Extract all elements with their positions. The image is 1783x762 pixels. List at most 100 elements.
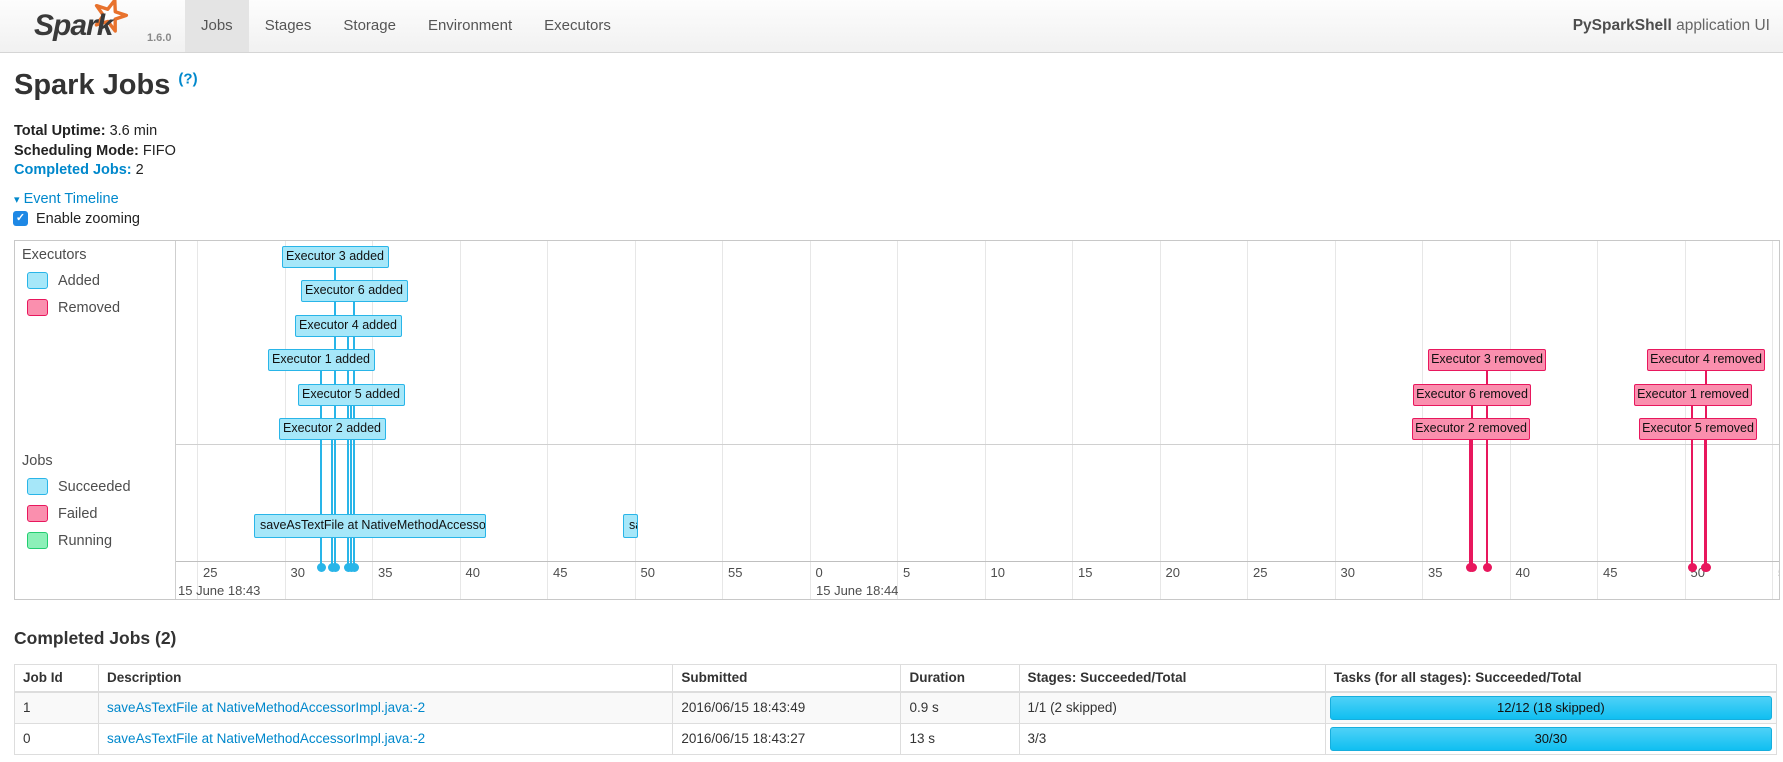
job-summary: Total Uptime: 3.6 min Scheduling Mode: FI… bbox=[14, 122, 176, 181]
legend-item: Added bbox=[27, 272, 175, 289]
stages-cell: 1/1 (2 skipped) bbox=[1019, 692, 1325, 724]
axis-date-label: 15 June 18:43 bbox=[178, 583, 260, 598]
column-header-0[interactable]: Job Id bbox=[15, 665, 99, 692]
legend-item: Removed bbox=[27, 299, 175, 316]
axis-tick-label: 30 bbox=[1341, 565, 1355, 580]
tasks-progress-bar: 30/30 bbox=[1330, 727, 1772, 751]
duration-cell: 0.9 s bbox=[901, 692, 1019, 724]
tab-storage[interactable]: Storage bbox=[327, 0, 412, 52]
time-gridline bbox=[810, 241, 811, 600]
time-gridline bbox=[1335, 241, 1336, 600]
event-dot bbox=[347, 563, 356, 572]
event-timeline-toggle[interactable]: ▾ Event Timeline bbox=[14, 191, 119, 207]
axis-tick-label: 15 bbox=[1078, 565, 1092, 580]
job-timeline-item[interactable]: saveAsTextFile at NativeMethodAccessor bbox=[254, 514, 486, 538]
executor-event-removed[interactable]: Executor 2 removed bbox=[1412, 418, 1530, 440]
column-header-2[interactable]: Submitted bbox=[673, 665, 901, 692]
axis-tick-label: 50 bbox=[641, 565, 655, 580]
time-gridline bbox=[460, 241, 461, 600]
executor-event-added[interactable]: Executor 6 added bbox=[301, 280, 408, 302]
axis-tick-label: 0 bbox=[816, 565, 823, 580]
column-header-1[interactable]: Description bbox=[99, 665, 673, 692]
executor-event-removed[interactable]: Executor 1 removed bbox=[1634, 384, 1752, 406]
enable-zooming-checkbox[interactable]: ✓ bbox=[13, 211, 28, 226]
axis-tick-label: 25 bbox=[203, 565, 217, 580]
axis-tick-label: 40 bbox=[1516, 565, 1530, 580]
column-header-5[interactable]: Tasks (for all stages): Succeeded/Total bbox=[1325, 665, 1776, 692]
help-link[interactable]: (?) bbox=[178, 70, 197, 87]
executor-event-added[interactable]: Executor 1 added bbox=[268, 349, 375, 371]
executor-event-added[interactable]: Executor 3 added bbox=[282, 246, 389, 268]
event-stem bbox=[1469, 440, 1471, 564]
event-timeline-chart[interactable]: ExecutorsAddedRemovedJobsSucceededFailed… bbox=[14, 240, 1780, 600]
time-gridline bbox=[1160, 241, 1161, 600]
tab-environment[interactable]: Environment bbox=[412, 0, 528, 52]
axis-tick-label: 20 bbox=[1166, 565, 1180, 580]
axis-tick-label: 10 bbox=[991, 565, 1005, 580]
table-row: 1saveAsTextFile at NativeMethodAccessorI… bbox=[15, 692, 1777, 724]
axis-tick-label: 55 bbox=[1778, 565, 1780, 580]
summary-value: FIFO bbox=[139, 143, 176, 159]
legend-swatch-succeeded bbox=[27, 478, 48, 495]
summary-line: Completed Jobs: 2 bbox=[14, 161, 176, 181]
timeline-legend: ExecutorsAddedRemovedJobsSucceededFailed… bbox=[15, 241, 176, 600]
time-gridline bbox=[1247, 241, 1248, 600]
legend-item: Succeeded bbox=[27, 478, 175, 495]
legend-label: Failed bbox=[58, 506, 98, 522]
summary-value: 2 bbox=[132, 162, 144, 178]
axis-date-label: 15 June 18:44 bbox=[816, 583, 898, 598]
legend-label: Removed bbox=[58, 300, 120, 316]
tasks-progress-bar: 12/12 (18 skipped) bbox=[1330, 696, 1772, 720]
time-gridline bbox=[547, 241, 548, 600]
axis-tick-label: 25 bbox=[1253, 565, 1267, 580]
time-gridline bbox=[722, 241, 723, 600]
enable-zooming-row: ✓ Enable zooming bbox=[13, 211, 140, 227]
executor-event-removed[interactable]: Executor 4 removed bbox=[1647, 349, 1765, 371]
executor-event-removed[interactable]: Executor 3 removed bbox=[1428, 349, 1546, 371]
event-stem bbox=[331, 440, 333, 564]
job-timeline-item[interactable]: saveAsTextFile at NativeMethodAccessor bbox=[623, 514, 638, 538]
spark-logo[interactable]: Spark 1.6.0 bbox=[34, 5, 184, 51]
axis-tick-label: 45 bbox=[1603, 565, 1617, 580]
executor-event-removed[interactable]: Executor 5 removed bbox=[1639, 418, 1757, 440]
application-title: PySparkShell application UI bbox=[1573, 0, 1770, 52]
group-label: Jobs bbox=[22, 453, 175, 469]
completed-jobs-link[interactable]: Completed Jobs: bbox=[14, 162, 132, 178]
axis-tick-label: 35 bbox=[1428, 565, 1442, 580]
event-dot bbox=[1483, 563, 1492, 572]
nav-tabs: JobsStagesStorageEnvironmentExecutors bbox=[185, 0, 627, 52]
tasks-cell: 12/12 (18 skipped) bbox=[1325, 692, 1776, 724]
legend-group-executors: ExecutorsAddedRemoved bbox=[15, 241, 175, 326]
axis-tick-label: 5 bbox=[903, 565, 910, 580]
collapse-arrow-icon: ▾ bbox=[14, 194, 20, 206]
event-timeline-toggle-label: Event Timeline bbox=[24, 191, 119, 207]
event-stem bbox=[1704, 440, 1706, 564]
executor-event-added[interactable]: Executor 2 added bbox=[279, 418, 386, 440]
tab-stages[interactable]: Stages bbox=[249, 0, 328, 52]
time-gridline bbox=[197, 241, 198, 600]
column-header-4[interactable]: Stages: Succeeded/Total bbox=[1019, 665, 1325, 692]
time-axis-line bbox=[176, 561, 1780, 562]
column-header-3[interactable]: Duration bbox=[901, 665, 1019, 692]
job-description-link[interactable]: saveAsTextFile at NativeMethodAccessorIm… bbox=[107, 700, 425, 715]
job-description-link[interactable]: saveAsTextFile at NativeMethodAccessorIm… bbox=[107, 731, 425, 746]
summary-line: Scheduling Mode: FIFO bbox=[14, 142, 176, 162]
time-gridline bbox=[897, 241, 898, 600]
executor-event-added[interactable]: Executor 4 added bbox=[295, 315, 402, 337]
legend-item: Failed bbox=[27, 505, 175, 522]
job-id-cell: 0 bbox=[15, 723, 99, 754]
axis-tick-label: 55 bbox=[728, 565, 742, 580]
executor-event-added[interactable]: Executor 5 added bbox=[298, 384, 405, 406]
description-cell: saveAsTextFile at NativeMethodAccessorIm… bbox=[99, 723, 673, 754]
summary-value: 3.6 min bbox=[106, 123, 158, 139]
executor-event-removed[interactable]: Executor 6 removed bbox=[1413, 384, 1531, 406]
legend-swatch-running bbox=[27, 532, 48, 549]
legend-label: Added bbox=[58, 273, 100, 289]
legend-label: Running bbox=[58, 533, 112, 549]
axis-tick-label: 45 bbox=[553, 565, 567, 580]
legend-group-jobs: Jobs Succeeded Failed Running bbox=[15, 447, 175, 559]
time-gridline bbox=[1772, 241, 1773, 600]
tab-jobs[interactable]: Jobs bbox=[185, 0, 249, 52]
summary-label: Total Uptime: bbox=[14, 123, 106, 139]
tab-executors[interactable]: Executors bbox=[528, 0, 627, 52]
